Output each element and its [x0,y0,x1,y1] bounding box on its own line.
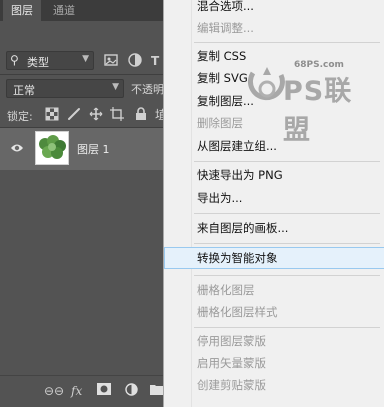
lock-artboard-icon[interactable] [110,107,124,121]
folder-icon[interactable] [150,383,164,395]
opacity-label: 不透明 [131,83,164,96]
lock-transparent-pixels-icon[interactable] [45,107,59,121]
filter-kind-label: 类型 [27,56,49,69]
search-icon: ⚲ [10,53,19,67]
svg-text:T: T [151,54,160,68]
type-filter-icon[interactable]: T [148,52,164,68]
menu-separator [194,327,380,328]
watermark: 68PS.com PS联盟 [247,57,377,146]
mask-icon[interactable] [97,383,111,395]
fx-icon[interactable]: fx [71,384,82,398]
lock-image-pixels-icon[interactable] [67,107,81,121]
menu-item-edit-adjustment: 编辑调整... [197,21,254,35]
pixel-filter-icon[interactable] [103,52,119,68]
lock-position-icon[interactable] [89,107,103,121]
blend-mode-label: 正常 [13,84,35,97]
menu-item-convert-to-smart-object[interactable]: 转换为智能对象 [164,247,384,269]
tab-channels[interactable]: 通道 [45,0,83,21]
ps-league-logo-icon [247,67,285,101]
chevron-down-icon: ▼ [82,54,89,64]
leaf-thumbnail-icon [39,135,66,159]
tab-layers[interactable]: 图层 [3,0,41,21]
menu-separator [194,42,380,43]
menu-separator [194,161,380,162]
menu-item-quick-export-png[interactable]: 快速导出为 PNG [164,164,384,186]
link-icon[interactable]: ⊖⊖ [44,384,64,398]
adjustment-filter-icon[interactable] [127,52,143,68]
eye-icon[interactable] [10,142,24,154]
blend-mode-select[interactable]: 正常 ▼ [6,79,124,98]
menu-item-rasterize-layer: 栅格化图层 [197,283,255,297]
menu-item-export-as[interactable]: 导出为... [164,187,384,209]
menu-item-rasterize-layer-style: 栅格化图层样式 [197,305,278,319]
layer-row[interactable]: 图层 1 [0,128,165,170]
menu-item-blending-options[interactable]: 混合选项... [164,0,384,17]
watermark-brand: PS联盟 [283,76,353,146]
lock-label: 锁定: [7,110,33,123]
menu-item-enable-vector-mask: 启用矢量蒙版 [197,356,266,370]
layer-name: 图层 1 [77,143,110,156]
divider [0,74,165,75]
menu-separator [194,213,380,214]
menu-item-artboard-from-layers[interactable]: 来自图层的画板... [164,217,384,239]
lock-all-icon[interactable] [134,107,148,121]
menu-separator [194,275,380,276]
menu-item-create-clipping-mask: 创建剪贴蒙版 [197,378,266,392]
menu-separator [194,243,380,244]
layer-thumbnail [35,131,69,165]
chevron-down-icon: ▼ [112,82,119,92]
filter-kind-select[interactable]: ⚲ 类型 ▼ [6,51,94,70]
adjustment-icon[interactable] [125,383,138,396]
menu-item-disable-layer-mask: 停用图层蒙版 [197,334,266,348]
layers-bottom-toolbar: ⊖⊖ fx [0,375,165,407]
